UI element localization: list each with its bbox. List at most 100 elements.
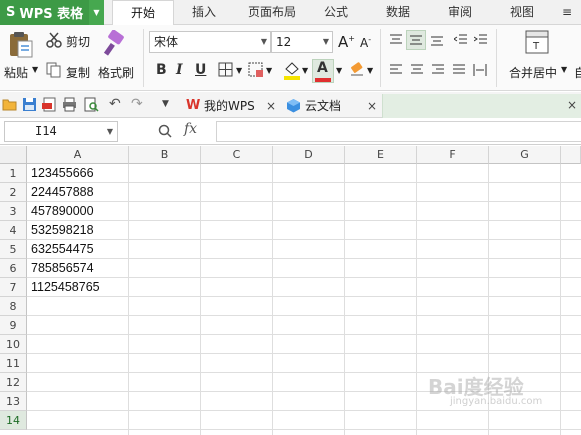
row-header-11[interactable]: 11 (0, 354, 27, 373)
row-header-7[interactable]: 7 (0, 278, 27, 297)
cell-a4[interactable]: 532598218 (31, 221, 94, 240)
customize-quickbar-icon[interactable]: ▼ (162, 99, 169, 109)
align-top-icon[interactable] (389, 33, 403, 47)
tab-review[interactable]: 审阅 (438, 0, 482, 25)
export-pdf-icon[interactable] (42, 97, 57, 112)
align-bottom-icon[interactable] (430, 33, 444, 47)
tab-home[interactable]: 开始 (112, 0, 174, 26)
select-all-corner[interactable] (0, 146, 27, 164)
cell-a7[interactable]: 1125458765 (31, 278, 100, 297)
app-menu-dropdown-icon[interactable]: ▼ (89, 0, 104, 25)
chevron-down-icon[interactable]: ▼ (561, 65, 567, 74)
paste-icon[interactable] (8, 31, 34, 59)
row-header-8[interactable]: 8 (0, 297, 27, 316)
save-icon[interactable] (22, 97, 37, 112)
row-header-1[interactable]: 1 (0, 164, 27, 183)
row-header-4[interactable]: 4 (0, 221, 27, 240)
grid-row-line (27, 334, 581, 335)
merge-center-button[interactable]: 合并居中 (509, 64, 557, 81)
increase-font-icon[interactable]: A+ (338, 33, 355, 51)
copy-button[interactable]: 复制 (66, 64, 90, 81)
cell-a5[interactable]: 632554475 (31, 240, 94, 259)
justify-icon[interactable] (452, 63, 466, 77)
merge-center-icon[interactable]: T (525, 30, 549, 54)
row-header-12[interactable]: 12 (0, 373, 27, 392)
chevron-down-icon[interactable]: ▼ (336, 66, 342, 75)
fill-color-icon[interactable] (283, 60, 301, 80)
print-icon[interactable] (62, 97, 77, 112)
redo-icon[interactable]: ↷ (131, 96, 143, 112)
decrease-font-icon[interactable]: A- (360, 35, 371, 50)
row-header-9[interactable]: 9 (0, 316, 27, 335)
cell-style-icon[interactable] (248, 62, 264, 78)
column-header-b[interactable]: B (129, 146, 201, 164)
column-header-partial[interactable] (561, 146, 581, 164)
align-right-icon[interactable] (431, 63, 445, 77)
close-icon[interactable]: × (266, 95, 276, 117)
row-header-14[interactable]: 14 (0, 411, 27, 430)
column-header-g[interactable]: G (489, 146, 561, 164)
doc-tab-cloud-docs[interactable]: 云文档 (305, 95, 341, 117)
tab-formulas[interactable]: 公式 (314, 0, 358, 25)
row-header-6[interactable]: 6 (0, 259, 27, 278)
close-icon[interactable]: × (367, 95, 377, 117)
column-header-e[interactable]: E (345, 146, 417, 164)
cell-a3[interactable]: 457890000 (31, 202, 94, 221)
cell-a6[interactable]: 785856574 (31, 259, 94, 278)
row-header-5[interactable]: 5 (0, 240, 27, 259)
row-header-10[interactable]: 10 (0, 335, 27, 354)
italic-button[interactable]: I (176, 62, 183, 78)
tab-data[interactable]: 数据 (376, 0, 420, 25)
format-painter-icon[interactable] (103, 30, 127, 58)
align-left-icon[interactable] (389, 63, 403, 77)
cell-a2[interactable]: 224457888 (31, 183, 94, 202)
align-middle-button[interactable] (406, 30, 426, 50)
insert-function-button[interactable]: fx (184, 121, 197, 137)
paste-dropdown-icon[interactable]: ▼ (32, 65, 38, 74)
column-header-d[interactable]: D (273, 146, 345, 164)
undo-icon[interactable]: ↶ (109, 96, 121, 112)
copy-icon[interactable] (46, 62, 62, 78)
tab-page-layout[interactable]: 页面布局 (240, 0, 304, 25)
search-icon[interactable] (158, 124, 172, 138)
chevron-down-icon[interactable]: ▼ (367, 66, 373, 75)
formula-input[interactable] (216, 121, 581, 142)
bold-button[interactable]: B (156, 62, 167, 78)
row-header-3[interactable]: 3 (0, 202, 27, 221)
app-menu-button[interactable]: S WPS 表格 ▼ (0, 0, 104, 25)
chevron-down-icon[interactable]: ▼ (236, 66, 242, 75)
column-header-f[interactable]: F (417, 146, 489, 164)
font-color-button[interactable]: A (312, 59, 334, 83)
font-name-value: 宋体 (154, 35, 179, 49)
font-name-select[interactable]: 宋体 ▼ (149, 31, 271, 53)
chevron-down-icon[interactable]: ▼ (302, 66, 308, 75)
borders-icon[interactable] (218, 62, 234, 78)
align-center-icon[interactable] (410, 63, 424, 77)
name-box[interactable]: I14 ▼ (4, 121, 118, 142)
column-header-a[interactable]: A (27, 146, 129, 164)
column-header-c[interactable]: C (201, 146, 273, 164)
decrease-indent-icon[interactable] (454, 33, 468, 47)
ribbon-overflow-label[interactable]: 自 (574, 64, 581, 81)
tab-view[interactable]: 视图 (500, 0, 544, 25)
doc-tab-my-wps[interactable]: 我的WPS (204, 95, 255, 117)
print-preview-icon[interactable] (84, 97, 99, 112)
chevron-down-icon[interactable]: ▼ (266, 66, 272, 75)
open-folder-icon[interactable] (2, 97, 18, 112)
tab-insert[interactable]: 插入 (182, 0, 226, 25)
format-painter-button[interactable]: 格式刷 (98, 64, 134, 81)
font-size-select[interactable]: 12 ▼ (271, 31, 333, 53)
distributed-align-icon[interactable] (473, 63, 487, 77)
scissors-icon[interactable] (46, 32, 62, 48)
paste-label[interactable]: 粘贴 (4, 64, 28, 81)
underline-button[interactable]: U (195, 62, 206, 78)
eraser-icon[interactable] (349, 61, 365, 77)
active-document-tab[interactable]: × (382, 94, 581, 118)
cell-a1[interactable]: 123455666 (31, 164, 94, 183)
row-header-2[interactable]: 2 (0, 183, 27, 202)
increase-indent-icon[interactable] (474, 33, 488, 47)
row-header-13[interactable]: 13 (0, 392, 27, 411)
cut-button[interactable]: 剪切 (66, 33, 90, 50)
close-icon[interactable]: × (567, 94, 577, 116)
menu-more-icon[interactable]: ≡ (556, 0, 578, 25)
